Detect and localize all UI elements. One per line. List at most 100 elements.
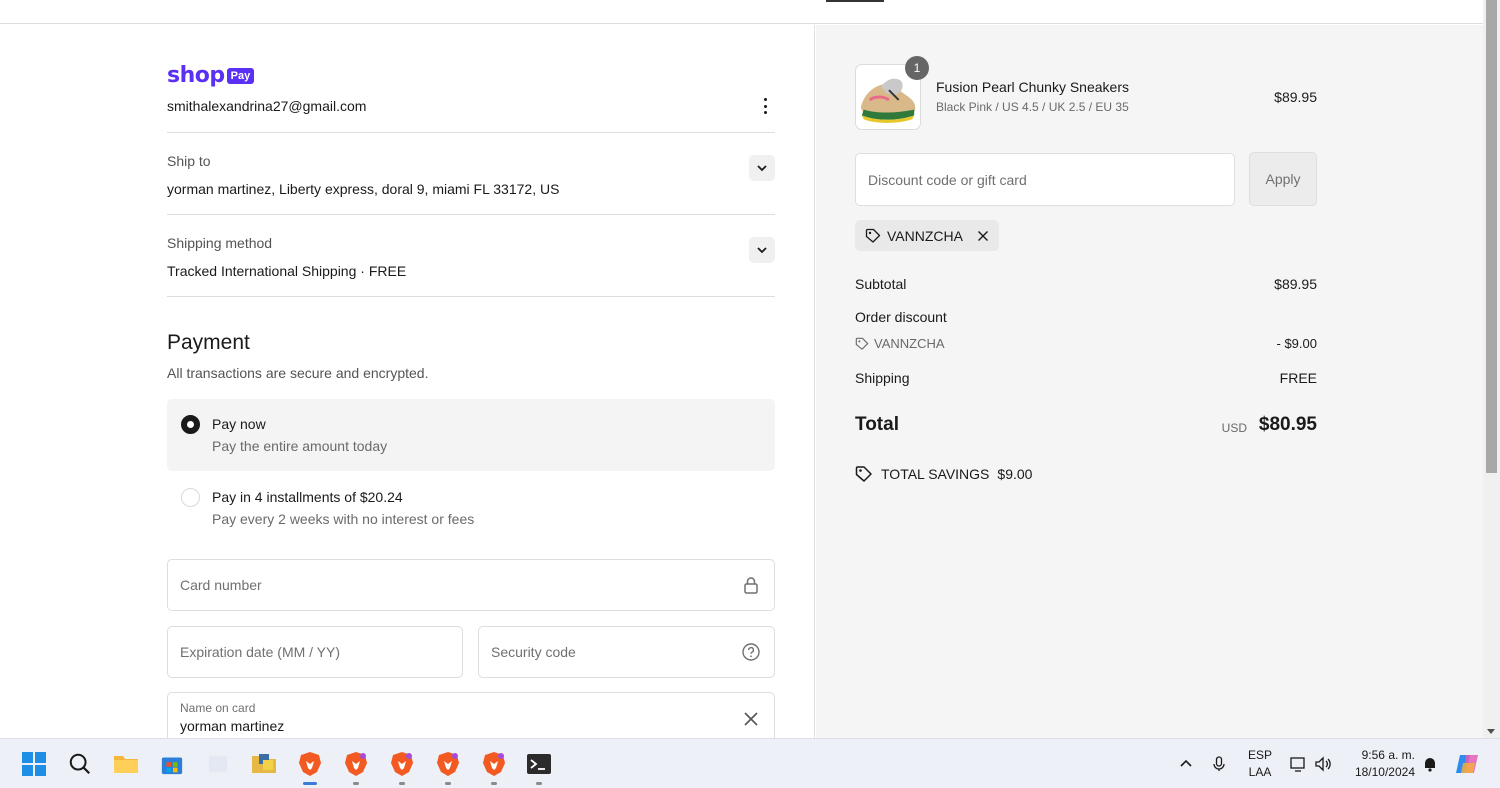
quantity-badge: 1 [905, 56, 929, 80]
remove-discount-icon[interactable] [977, 230, 989, 242]
checkout-main-column: shop Pay smithalexandrina27@gmail.com Sh… [0, 25, 815, 738]
photo-icon[interactable] [203, 749, 233, 779]
checkout-header-strip [0, 0, 1483, 24]
notification-bell-icon[interactable] [1415, 749, 1445, 779]
terminal-icon[interactable] [524, 749, 554, 785]
applied-discount-chip: VANNZCHA [855, 220, 999, 251]
search-icon[interactable] [65, 749, 95, 779]
shipping-row: Shipping FREE [855, 370, 1317, 386]
shop-pay-badge: Pay [226, 67, 255, 84]
brave-browser-icon[interactable] [295, 749, 325, 785]
discount-code-row: VANNZCHA - $9.00 [855, 336, 1317, 351]
language-code: ESP [1247, 748, 1272, 762]
name-on-card-field[interactable]: Name on card yorman martinez [167, 692, 775, 738]
expiration-date-field[interactable] [167, 626, 463, 678]
name-on-card-value[interactable]: yorman martinez [180, 718, 284, 734]
name-on-card-label: Name on card [180, 701, 256, 715]
account-row: smithalexandrina27@gmail.com [167, 97, 775, 133]
subtotal-row: Subtotal $89.95 [855, 276, 1317, 292]
lock-icon [744, 577, 758, 594]
card-number-field[interactable] [167, 559, 775, 611]
discount-code-name: VANNZCHA [874, 336, 945, 351]
total-label: Total [855, 414, 899, 435]
order-discount-label: Order discount [855, 309, 947, 325]
security-code-field[interactable] [478, 626, 775, 678]
order-discount-row: Order discount [855, 309, 1317, 325]
clock-time: 9:56 a. m. [1361, 748, 1415, 762]
tag-icon [855, 337, 869, 350]
shop-pay-logo: shop Pay [167, 63, 255, 88]
product-thumbnail: 1 [855, 56, 929, 130]
shipping-method-value: Tracked International Shipping · FREE [167, 263, 407, 279]
discount-code-input[interactable] [868, 154, 1208, 205]
shipping-value: FREE [1279, 370, 1317, 386]
pay-now-subtitle: Pay the entire amount today [212, 438, 388, 454]
total-amount: $80.95 [1258, 414, 1317, 435]
chevron-down-icon [757, 247, 767, 254]
file-explorer-icon[interactable] [111, 749, 141, 779]
shipping-method-expand-button[interactable] [749, 237, 775, 263]
brave-browser-icon[interactable] [387, 749, 417, 785]
volume-icon[interactable] [1308, 749, 1338, 779]
account-email: smithalexandrina27@gmail.com [167, 98, 367, 114]
brave-browser-icon[interactable] [341, 749, 371, 785]
card-number-input[interactable] [180, 560, 665, 610]
discount-amount: - $9.00 [1276, 336, 1317, 351]
installments-radio[interactable] [181, 488, 200, 507]
header-link-underline [826, 0, 884, 2]
savings-value: $9.00 [997, 466, 1033, 482]
system-clock[interactable]: 9:56 a. m. 18/10/2024 [1345, 747, 1415, 781]
applied-discount-code: VANNZCHA [887, 227, 963, 244]
more-options-icon[interactable] [757, 97, 773, 115]
subtotal-label: Subtotal [855, 276, 907, 292]
installments-title: Pay in 4 installments of $20.24 [212, 489, 403, 505]
chevron-down-icon [757, 165, 767, 172]
shop-pay-wordmark: shop [167, 63, 225, 88]
product-variant: Black Pink / US 4.5 / UK 2.5 / EU 35 [936, 100, 1129, 114]
show-hidden-icons-chevron-up-icon[interactable] [1171, 749, 1201, 779]
scrollbar-thumb[interactable] [1486, 0, 1497, 473]
payment-subtitle: All transactions are secure and encrypte… [167, 365, 429, 381]
payment-option-installments[interactable]: Pay in 4 installments of $20.24 Pay ever… [167, 472, 775, 544]
pay-now-radio[interactable] [181, 415, 200, 434]
total-currency: USD [1221, 421, 1247, 435]
savings-label: TOTAL SAVINGS [881, 466, 990, 482]
subtotal-value: $89.95 [1274, 276, 1317, 292]
keyboard-layout-code: LAA [1248, 765, 1272, 779]
installments-subtitle: Pay every 2 weeks with no interest or fe… [212, 511, 475, 527]
ship-to-address: yorman martinez, Liberty express, doral … [167, 181, 560, 197]
input-language-indicator[interactable]: ESP LAA [1244, 747, 1276, 781]
shipping-label: Shipping [855, 370, 910, 386]
order-summary-column: 1 Fusion Pearl Chunky Sneakers Black Pin… [816, 25, 1483, 738]
pay-now-title: Pay now [212, 416, 266, 432]
copilot-icon[interactable] [1452, 749, 1482, 779]
browser-viewport: shop Pay smithalexandrina27@gmail.com Sh… [0, 0, 1483, 738]
expiration-date-input[interactable] [180, 627, 416, 677]
product-price: $89.95 [1274, 89, 1317, 105]
shipping-method-label: Shipping method [167, 235, 273, 251]
help-circle-icon[interactable] [742, 643, 760, 661]
microphone-icon[interactable] [1204, 749, 1234, 779]
ship-to-section: Ship to yorman martinez, Liberty express… [167, 133, 775, 215]
scroll-down-arrow-icon[interactable] [1487, 729, 1495, 734]
brave-browser-icon[interactable] [433, 749, 463, 785]
total-row: Total USD $80.95 [855, 414, 1317, 436]
store-icon[interactable] [157, 749, 187, 779]
brave-browser-icon[interactable] [479, 749, 509, 785]
windows-taskbar: ESP LAA 9:56 a. m. 18/10/2024 [0, 738, 1500, 788]
payment-heading: Payment [167, 331, 250, 354]
page-scrollbar[interactable] [1483, 0, 1500, 738]
ship-to-label: Ship to [167, 153, 211, 169]
apply-discount-button[interactable]: Apply [1249, 152, 1317, 206]
discount-code-field[interactable] [855, 153, 1235, 206]
ship-to-expand-button[interactable] [749, 155, 775, 181]
savings-tag-icon [855, 466, 872, 482]
clear-icon[interactable] [742, 710, 760, 728]
clock-date: 18/10/2024 [1354, 765, 1415, 779]
shipping-method-section: Shipping method Tracked International Sh… [167, 215, 775, 297]
folder-python-icon[interactable] [249, 749, 279, 779]
windows-start-icon[interactable] [19, 749, 49, 779]
security-code-input[interactable] [491, 627, 721, 677]
total-savings: TOTAL SAVINGS $9.00 [855, 465, 1032, 483]
payment-option-pay-now[interactable]: Pay now Pay the entire amount today [167, 399, 775, 471]
